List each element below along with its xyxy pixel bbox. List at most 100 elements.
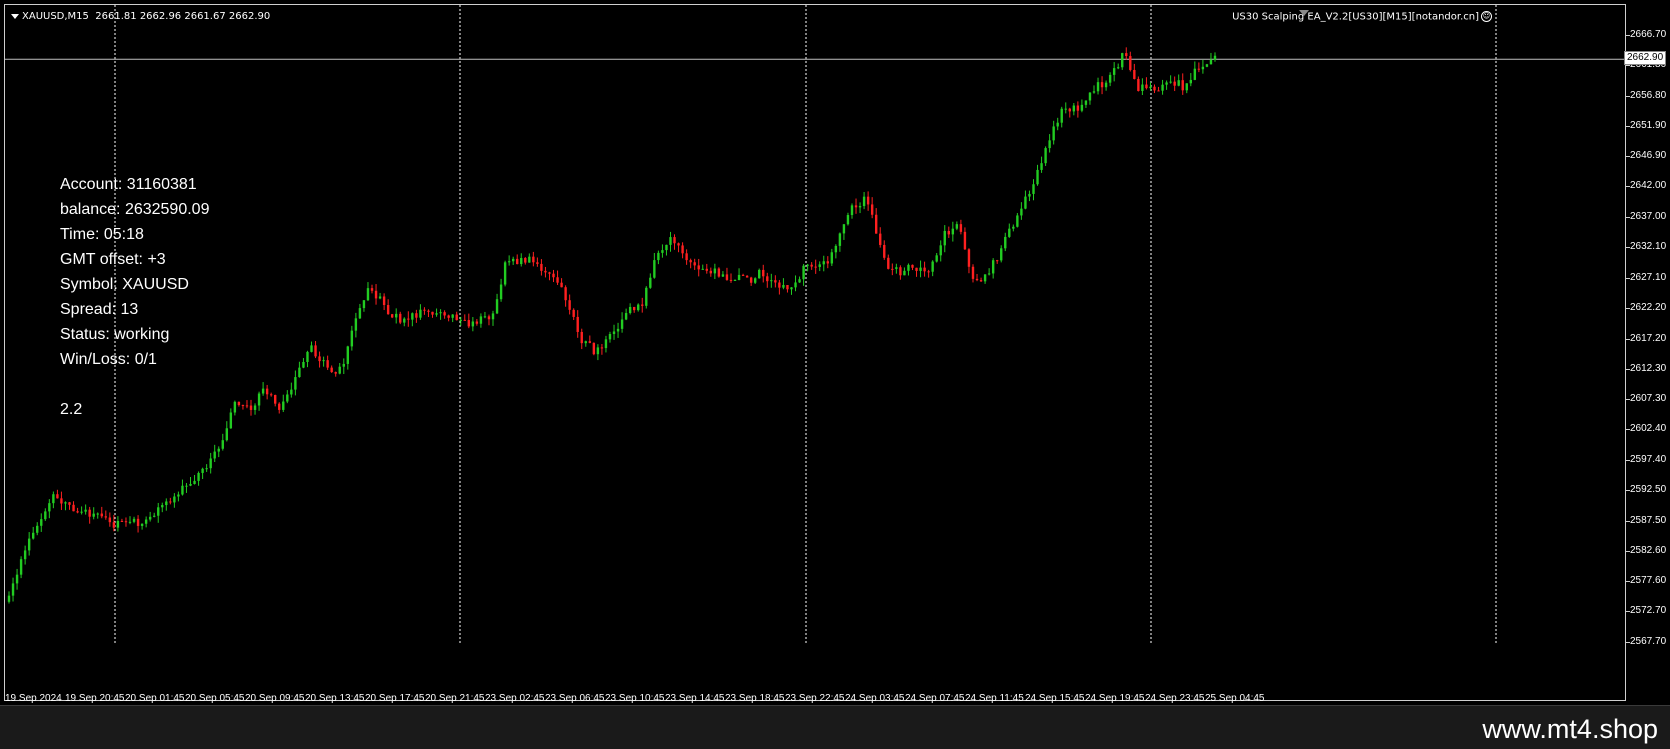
candle-body	[7, 595, 11, 602]
candlestick	[685, 249, 688, 265]
candle-body	[975, 278, 979, 281]
candle-body	[963, 231, 967, 250]
smiley-icon[interactable]: ☺	[1481, 11, 1492, 22]
candle-body	[608, 334, 612, 340]
candlestick	[826, 256, 829, 269]
candle-body	[951, 228, 955, 235]
chart-shift-marker-icon[interactable]	[1299, 10, 1309, 16]
candle-body	[1197, 68, 1201, 70]
expert-advisor-label[interactable]: US30 Scalping EA_V2.2[US30][M15][notando…	[1232, 11, 1492, 23]
candle-body	[1040, 163, 1043, 170]
candle-body	[911, 264, 914, 268]
candle-body	[36, 525, 39, 533]
candlestick	[507, 255, 511, 266]
candlestick	[866, 191, 870, 211]
candlestick	[596, 344, 600, 361]
candlestick	[1141, 78, 1144, 96]
candlestick	[1032, 179, 1035, 201]
candlestick	[798, 276, 801, 283]
candle-body	[572, 309, 575, 317]
candlestick	[830, 248, 834, 267]
candlestick	[84, 504, 87, 515]
candle-body	[673, 237, 676, 244]
candlestick	[415, 309, 418, 323]
candlestick	[76, 507, 79, 514]
candle-body	[92, 513, 95, 517]
candle-body	[282, 401, 285, 410]
candle-body	[169, 501, 172, 503]
candlestick	[681, 242, 684, 259]
candlestick	[165, 498, 168, 511]
price-tick-label: 2567.70	[1630, 636, 1667, 647]
candlestick	[741, 273, 745, 276]
candlestick	[48, 499, 51, 519]
candle-body	[350, 330, 354, 347]
price-tick-label: 2627.10	[1630, 271, 1667, 283]
chart-frame[interactable]: XAUUSD,M15 2661.81 2662.96 2661.67 2662.…	[4, 4, 1626, 704]
candle-body	[874, 214, 878, 234]
candle-body	[903, 270, 906, 276]
candlestick	[108, 512, 112, 527]
price-tick-label: 2572.70	[1630, 605, 1667, 617]
candle-body	[1165, 82, 1168, 85]
candlestick	[338, 363, 341, 375]
candlestick	[858, 202, 862, 214]
candle-body	[520, 258, 523, 265]
dropdown-triangle-icon[interactable]	[11, 13, 19, 19]
candle-body	[1108, 74, 1112, 83]
candlestick	[733, 279, 737, 282]
candle-body	[528, 256, 531, 263]
candlestick	[1076, 101, 1080, 118]
candlestick	[1028, 190, 1031, 202]
time-tick-label: 24 Sep 03:45	[845, 693, 905, 704]
candle-body	[758, 269, 761, 279]
candle-body	[931, 261, 934, 272]
candle-body	[870, 204, 874, 215]
price-axis[interactable]: 2666.702661.802656.802651.902646.902642.…	[1626, 0, 1670, 705]
candle-body	[782, 284, 785, 288]
candle-body	[939, 245, 942, 256]
candlestick	[1185, 83, 1188, 94]
candle-body	[483, 316, 487, 318]
candlestick	[544, 266, 547, 278]
candlestick	[60, 491, 63, 510]
candlestick	[350, 325, 354, 351]
candlestick	[213, 444, 216, 463]
price-chart[interactable]	[5, 5, 1625, 700]
candle-body	[1173, 81, 1176, 86]
candlestick	[576, 310, 579, 338]
candlestick	[786, 284, 789, 293]
candlestick	[802, 263, 805, 286]
candlestick	[983, 274, 987, 284]
price-tick-label: 2607.30	[1630, 393, 1667, 405]
candlestick	[995, 259, 999, 264]
candlestick	[407, 311, 410, 327]
candle-body	[148, 516, 152, 520]
candle-body	[370, 288, 374, 291]
candlestick	[923, 261, 926, 277]
candlestick	[540, 259, 543, 276]
candle-body	[217, 448, 220, 452]
candlestick	[233, 400, 237, 416]
candlestick	[1096, 77, 1100, 95]
candlestick	[951, 221, 955, 242]
candlestick	[362, 300, 366, 312]
candle-body	[713, 268, 717, 274]
candle-body	[403, 318, 406, 323]
candlestick	[354, 312, 358, 338]
candlestick	[697, 258, 700, 277]
candle-body	[1068, 108, 1071, 112]
candle-body	[310, 345, 313, 352]
time-tick-label: 20 Sep 01:45	[125, 693, 185, 704]
candle-body	[943, 230, 946, 246]
candle-body	[524, 258, 527, 263]
candle-body	[806, 264, 809, 266]
candlestick	[120, 518, 124, 522]
candle-body	[499, 284, 503, 300]
candlestick	[947, 226, 950, 238]
candle-body	[560, 282, 563, 288]
candle-body	[108, 517, 112, 523]
candle-body	[576, 316, 579, 332]
candlestick	[88, 506, 91, 524]
candle-body	[1092, 91, 1096, 93]
